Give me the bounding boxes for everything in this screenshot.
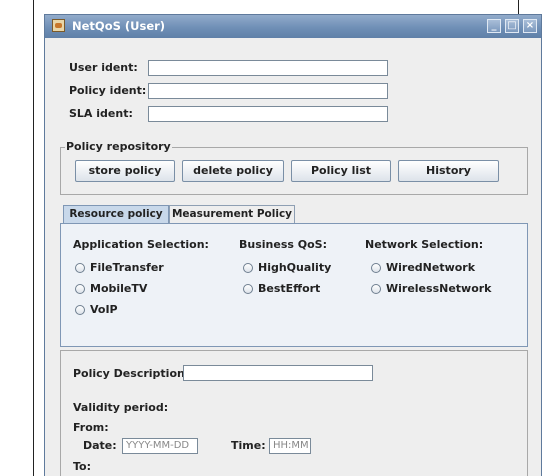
radio-wirednetwork[interactable]: WiredNetwork	[371, 261, 475, 274]
netqos-window: NetQoS (User) _ □ × User ident: Policy i…	[44, 14, 542, 476]
radio-circle	[75, 283, 85, 294]
network-selection-header: Network Selection:	[365, 238, 484, 251]
user-ident-field[interactable]	[148, 60, 388, 76]
radio-label: HighQuality	[258, 261, 332, 274]
user-ident-label: User ident:	[69, 61, 138, 74]
maximize-icon[interactable]: □	[505, 19, 519, 33]
radio-filetransfer[interactable]: FileTransfer	[75, 261, 164, 274]
radio-highquality[interactable]: HighQuality	[243, 261, 331, 274]
radio-wirelessnetwork[interactable]: WirelessNetwork	[371, 282, 492, 295]
radio-mobiletv[interactable]: MobileTV	[75, 282, 147, 295]
close-icon[interactable]: ×	[523, 19, 537, 33]
from-time-field[interactable]: HH:MM	[269, 438, 311, 454]
radio-circle	[371, 262, 381, 273]
policy-repository-group: Policy repository store policy delete po…	[60, 140, 528, 195]
radio-label: MobileTV	[90, 282, 148, 295]
from-time-label: Time:	[231, 439, 266, 452]
resource-policy-panel: Application Selection: FileTransfer Mobi…	[60, 223, 528, 347]
policy-description-label: Policy Description	[73, 367, 185, 380]
title-bar[interactable]: NetQoS (User) _ □ ×	[45, 15, 541, 38]
tab-resource-policy[interactable]: Resource policy	[63, 205, 169, 224]
from-label: From:	[73, 421, 109, 434]
validity-period-label: Validity period:	[73, 401, 169, 414]
radio-circle	[75, 262, 85, 273]
radio-label: WirelessNetwork	[386, 282, 492, 295]
java-app-icon	[52, 19, 65, 32]
policy-description-group: Policy Description Validity period: From…	[60, 350, 528, 476]
policy-repository-title: Policy repository	[65, 140, 172, 153]
delete-policy-button[interactable]: delete policy	[182, 160, 284, 182]
tab-measurement-policy[interactable]: Measurement Policy	[169, 205, 295, 224]
sla-ident-label: SLA ident:	[69, 107, 133, 120]
radio-label: FileTransfer	[90, 261, 164, 274]
to-label: To:	[73, 460, 91, 473]
history-button[interactable]: History	[398, 160, 499, 182]
minimize-icon[interactable]: _	[487, 19, 501, 33]
policy-list-button[interactable]: Policy list	[291, 160, 391, 182]
sla-ident-field[interactable]	[148, 106, 388, 122]
from-date-label: Date:	[83, 439, 117, 452]
application-selection-header: Application Selection:	[73, 238, 209, 251]
radio-circle	[75, 304, 85, 315]
business-qos-header: Business QoS:	[239, 238, 327, 251]
policy-ident-label: Policy ident:	[69, 84, 147, 97]
policy-description-field[interactable]	[183, 365, 373, 381]
radio-label: VoIP	[90, 303, 118, 316]
radio-label: BestEffort	[258, 282, 321, 295]
radio-label: WiredNetwork	[386, 261, 476, 274]
window-title: NetQoS (User)	[72, 19, 166, 33]
radio-voip[interactable]: VoIP	[75, 303, 118, 316]
from-date-field[interactable]: YYYY-MM-DD	[122, 438, 198, 454]
radio-besteffort[interactable]: BestEffort	[243, 282, 320, 295]
store-policy-button[interactable]: store policy	[75, 160, 175, 182]
radio-circle	[243, 262, 253, 273]
radio-circle	[371, 283, 381, 294]
policy-ident-field[interactable]	[148, 83, 388, 99]
radio-circle	[243, 283, 253, 294]
